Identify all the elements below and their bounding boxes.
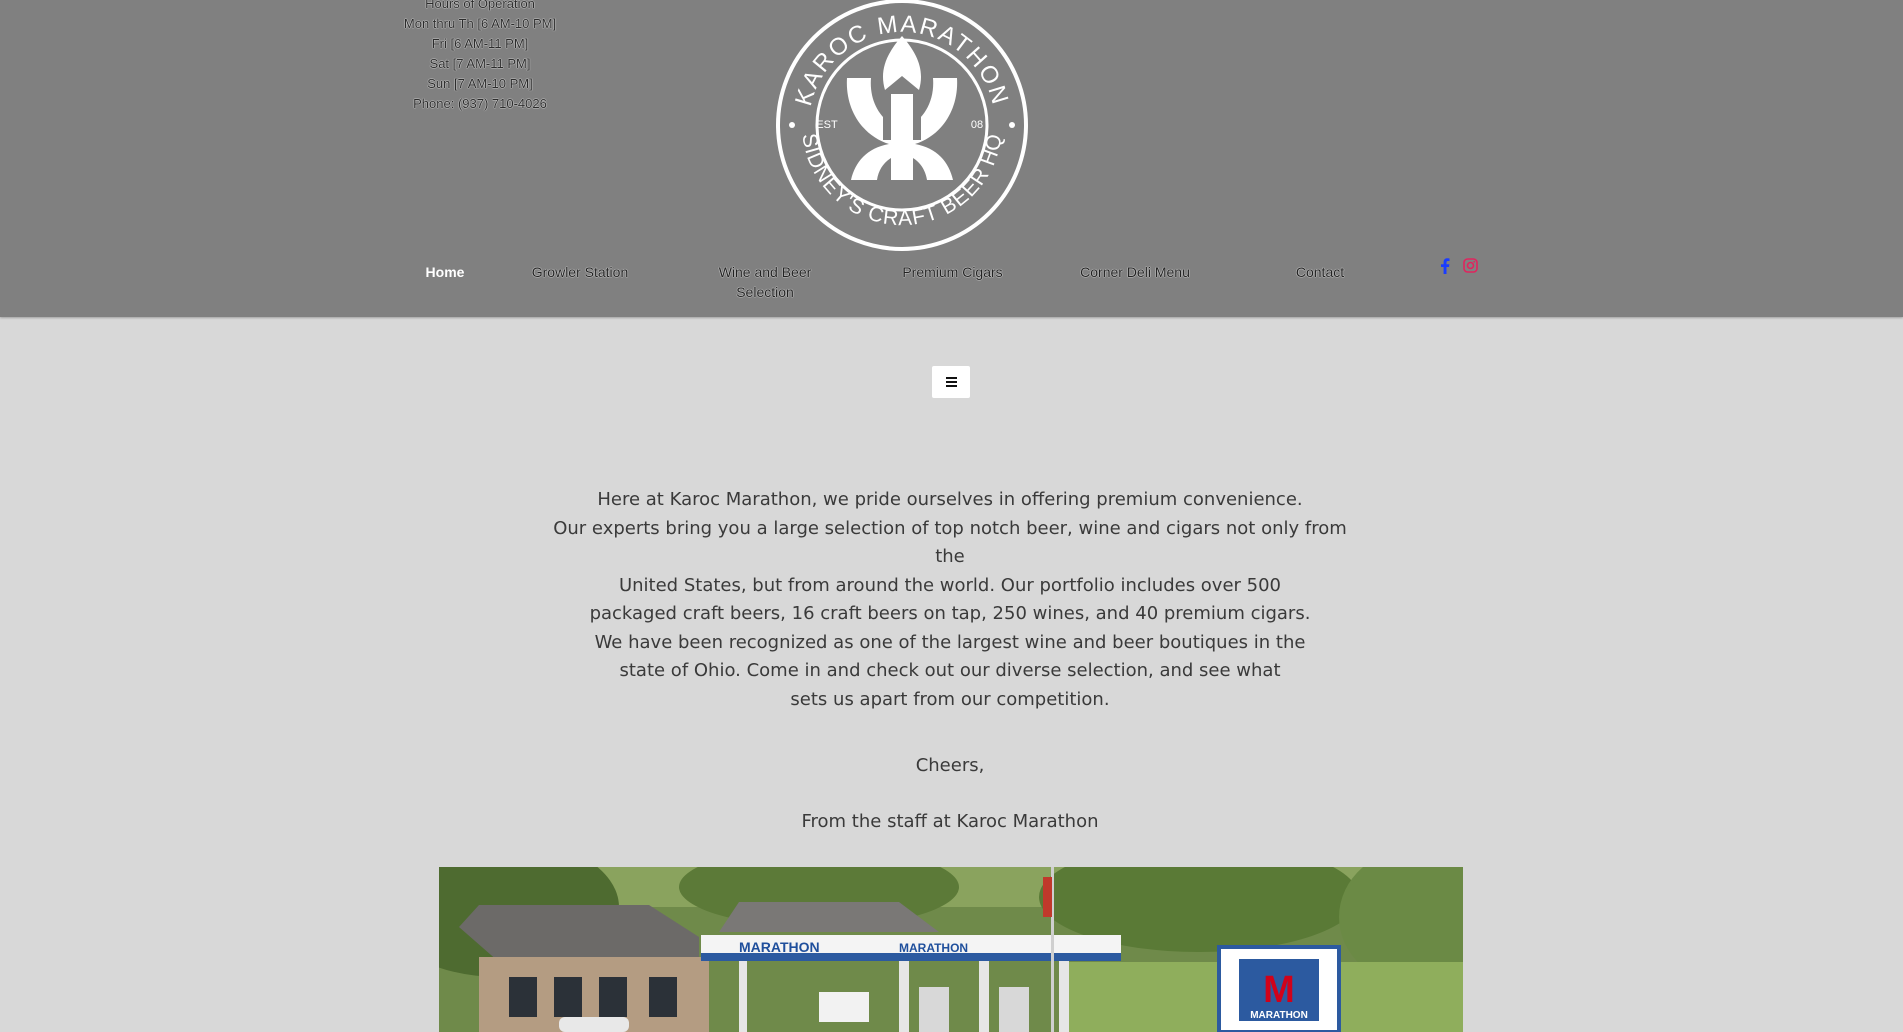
cheers-text: Cheers, [915, 755, 985, 776]
karoc-marathon-logo[interactable]: KAROC MARATHON SIDNEY'S CRAFT BEER HQ ES… [775, 0, 1029, 252]
site-header: Hours of Operation Mon thru Th [6 AM-10 … [0, 0, 1903, 317]
nav-premium-cigars[interactable]: Premium Cigars [890, 262, 1015, 282]
intro-line: packaged craft beers, 16 craft beers on … [589, 603, 1311, 624]
hours-line: Mon thru Th [6 AM-10 PM] [403, 16, 557, 31]
intro-line: sets us apart from our competition. [790, 688, 1110, 710]
hamburger-icon [945, 375, 957, 389]
hours-line: Sat [7 AM-11 PM] [429, 56, 531, 71]
hours-of-operation: Hours of Operation Mon thru Th [6 AM-10 … [360, 0, 600, 114]
logo-emblem: KAROC MARATHON SIDNEY'S CRAFT BEER HQ ES… [776, 0, 1028, 251]
facebook-icon[interactable] [1440, 258, 1450, 274]
nav-contact[interactable]: Contact [1280, 262, 1360, 282]
nav-corner-deli-menu[interactable]: Corner Deli Menu [1075, 262, 1195, 282]
phone-number[interactable]: Phone: (937) 710-4026 [360, 94, 600, 114]
intro-line: Here at Karoc Marathon, we pride ourselv… [597, 489, 1303, 510]
intro-line: United States, but from around the world… [618, 574, 1282, 596]
instagram-icon[interactable] [1463, 258, 1478, 273]
store-photo: MARATHON MARATHON M MARATHON [439, 867, 1463, 1032]
intro-text: Here at Karoc Marathon, we pride ourselv… [540, 486, 1360, 714]
hours-line: Sun [7 AM-10 PM] [427, 76, 533, 91]
logo-year-text: 08 [971, 119, 983, 131]
nav-growler-station[interactable]: Growler Station [520, 262, 640, 282]
main-navigation: Home Growler Station Wine and Beer Selec… [0, 262, 1903, 312]
intro-line: state of Ohio. Come in and check out our… [619, 660, 1281, 681]
canopy-sign: MARATHON [899, 941, 968, 955]
hours-title: Hours of Operation [425, 0, 535, 11]
nav-home[interactable]: Home [419, 262, 471, 282]
marathon-sign-text: MARATHON [1250, 1010, 1308, 1021]
menu-toggle-button[interactable] [932, 366, 970, 398]
staff-signoff: From the staff at Karoc Marathon [801, 811, 1099, 832]
marathon-logo-sign: M [1263, 969, 1295, 1011]
intro-line: We have been recognized as one of the la… [594, 631, 1306, 653]
nav-wine-and-beer-selection[interactable]: Wine and Beer Selection [710, 262, 820, 302]
logo-est-text: EST [816, 119, 838, 131]
canopy-sign: MARATHON [739, 939, 820, 955]
hours-line: Fri [6 AM-11 PM] [431, 36, 529, 51]
intro-line: Our experts bring you a large selection … [553, 517, 1347, 568]
